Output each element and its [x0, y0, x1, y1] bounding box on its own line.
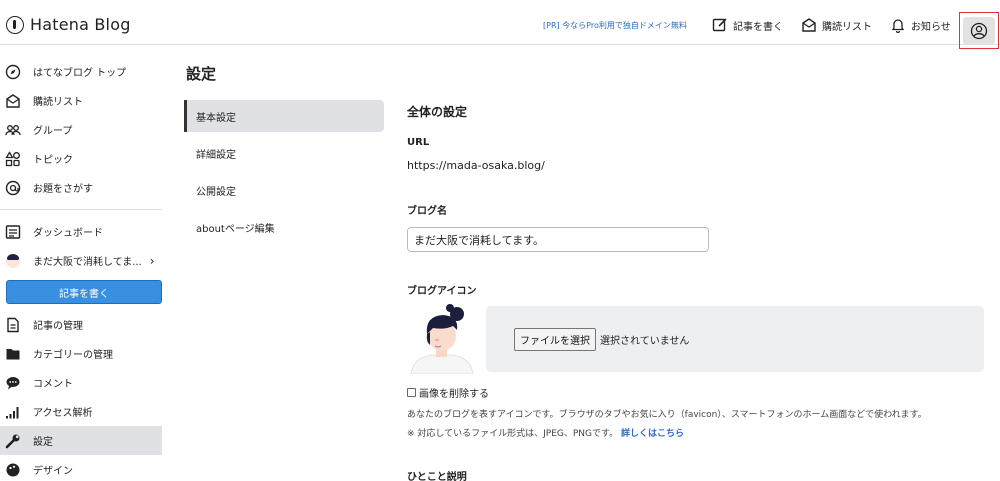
icon-description: あなたのブログを表すアイコンです。ブラウザのタブやお気に入り（favicon）、… — [407, 410, 927, 420]
group-icon — [5, 122, 21, 138]
delete-image-label: 画像を削除する — [419, 389, 489, 400]
file-status-text: 選択されていません — [600, 335, 690, 347]
details-link[interactable]: 詳しくはこちら — [621, 429, 684, 439]
folder-icon — [5, 346, 21, 362]
settings-tabs: 基本設定 詳細設定 公開設定 aboutページ編集 — [184, 100, 384, 248]
user-menu-inner — [963, 16, 995, 45]
formats-note-row: ※ 対応しているファイル形式は、JPEG、PNGです。 詳しくはこちら — [407, 426, 684, 439]
tab-publish-settings[interactable]: 公開設定 — [184, 174, 384, 206]
choose-file-button[interactable]: ファイルを選択 — [514, 327, 596, 351]
blog-avatar — [5, 253, 21, 269]
sidebar-item-label: コメント — [33, 379, 73, 390]
palette-icon — [5, 462, 21, 478]
hatena-logo-icon — [6, 15, 24, 34]
sidebar-item-label: カテゴリーの管理 — [33, 350, 113, 361]
logo-text: Hatena Blog — [30, 15, 131, 34]
sidebar-item-label: お題をさがす — [33, 184, 93, 195]
user-account-icon — [970, 22, 988, 39]
sidebar-item-manage-articles[interactable]: 記事の管理 — [0, 310, 162, 339]
bell-icon — [891, 19, 905, 33]
tab-about-page-edit[interactable]: aboutページ編集 — [184, 211, 384, 243]
blog-icon-preview — [410, 304, 474, 374]
header-write-button[interactable]: 記事を書く — [712, 17, 783, 33]
header-write-label: 記事を書く — [733, 21, 783, 33]
delete-image-option[interactable]: 画像を削除する — [407, 385, 489, 400]
sidebar-item-blog-switcher[interactable]: まだ大阪で消耗してま... › — [0, 246, 162, 275]
document-icon — [5, 317, 21, 333]
sidebar-item-label: グループ — [33, 126, 73, 137]
compass-icon — [5, 64, 21, 80]
section-title: 全体の設定 — [407, 105, 468, 119]
sidebar: はてなブログ トップ 購読リスト グループ トピック お題をさがす ダッシュボー… — [0, 57, 162, 481]
sidebar-item-dashboard[interactable]: ダッシュボード — [0, 217, 162, 246]
sidebar-item-label: 設定 — [33, 437, 53, 448]
top-header: Hatena Blog [PR] 今ならPro利用で独自ドメイン無料 記事を書く… — [0, 6, 1000, 49]
write-article-button[interactable]: 記事を書く — [6, 280, 162, 304]
sidebar-item-comments[interactable]: コメント — [0, 368, 162, 397]
sidebar-item-label: 記事の管理 — [33, 321, 83, 332]
sidebar-item-label: アクセス解析 — [33, 408, 93, 419]
dashboard-icon — [5, 224, 21, 240]
tagline-label: ひとこと説明 — [407, 472, 467, 481]
analytics-icon — [5, 404, 21, 420]
user-menu-button[interactable] — [959, 12, 999, 49]
sidebar-item-label: トピック — [33, 155, 73, 166]
reading-list-icon — [802, 18, 816, 32]
url-label: URL — [407, 137, 430, 148]
pro-promo-link[interactable]: [PR] 今ならPro利用で独自ドメイン無料 — [543, 20, 687, 31]
header-notifications-label: お知らせ — [911, 21, 951, 33]
blog-name-field-label: ブログ名 — [407, 206, 447, 217]
chevron-right-icon: › — [149, 253, 155, 268]
blog-icon-label: ブログアイコン — [407, 286, 477, 297]
search-topic-icon — [5, 180, 21, 196]
sidebar-divider — [0, 209, 162, 210]
file-upload-area[interactable]: ファイルを選択 選択されていません — [486, 306, 984, 372]
tab-detailed-settings[interactable]: 詳細設定 — [184, 137, 384, 169]
tab-basic-settings[interactable]: 基本設定 — [184, 100, 384, 132]
sidebar-item-groups[interactable]: グループ — [0, 115, 162, 144]
page-title: 設定 — [186, 65, 217, 83]
sidebar-item-topics[interactable]: トピック — [0, 144, 162, 173]
comment-icon — [5, 375, 21, 391]
reading-list-icon — [5, 93, 21, 109]
header-reading-list-button[interactable]: 購読リスト — [801, 17, 872, 33]
sidebar-item-label: 購読リスト — [33, 97, 83, 108]
hatena-blog-logo[interactable]: Hatena Blog — [6, 15, 131, 34]
sidebar-item-design[interactable]: デザイン — [0, 455, 162, 481]
topic-icon — [5, 150, 21, 167]
sidebar-item-reading-list[interactable]: 購読リスト — [0, 86, 162, 115]
sidebar-item-find-topics[interactable]: お題をさがす — [0, 173, 162, 202]
wrench-icon — [5, 433, 21, 449]
sidebar-item-analytics[interactable]: アクセス解析 — [0, 397, 162, 426]
sidebar-item-label: はてなブログ トップ — [33, 68, 127, 79]
pencil-edit-icon — [712, 18, 727, 32]
sidebar-item-hatena-top[interactable]: はてなブログ トップ — [0, 57, 162, 86]
sidebar-item-settings[interactable]: 設定 — [0, 426, 162, 455]
blog-name-label: まだ大阪で消耗してま... — [33, 257, 142, 268]
delete-image-checkbox[interactable] — [407, 388, 416, 397]
formats-note: ※ 対応しているファイル形式は、JPEG、PNGです。 — [407, 429, 619, 439]
blog-name-input[interactable] — [407, 227, 709, 252]
sidebar-item-categories[interactable]: カテゴリーの管理 — [0, 339, 162, 368]
header-notifications-button[interactable]: お知らせ — [890, 17, 951, 33]
sidebar-item-label: ダッシュボード — [33, 228, 103, 239]
header-reading-list-label: 購読リスト — [822, 21, 872, 33]
sidebar-item-label: デザイン — [33, 466, 73, 477]
url-value: https://mada-osaka.blog/ — [407, 159, 545, 172]
